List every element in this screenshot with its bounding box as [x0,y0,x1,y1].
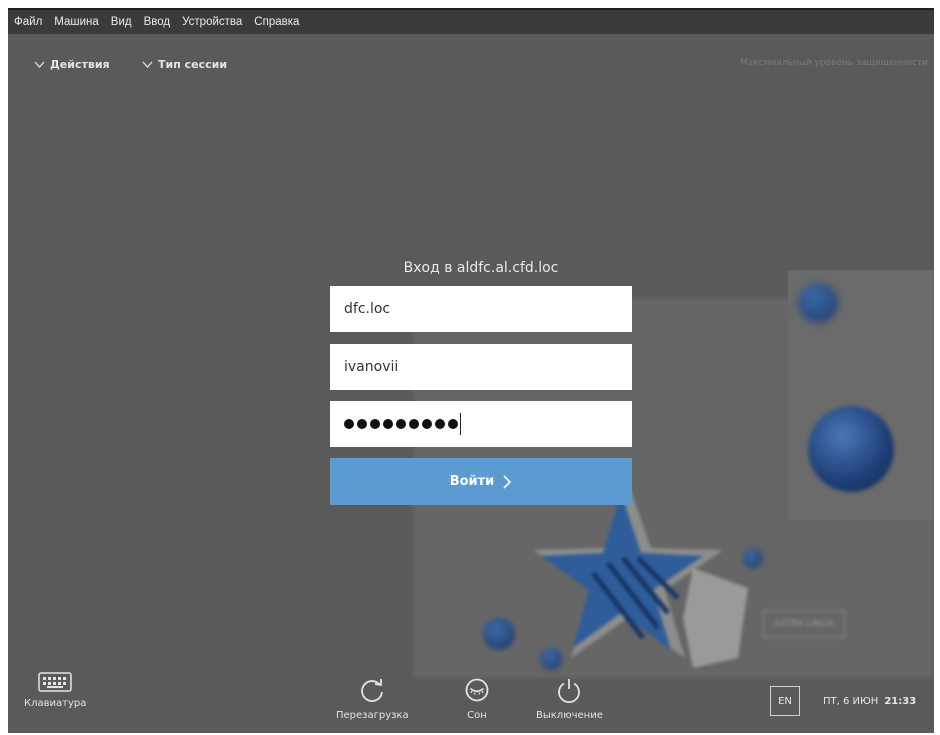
keyboard-label: Клавиатура [24,698,87,709]
username-field[interactable]: ivanovii [330,344,632,390]
star-logo-decoration [533,483,748,668]
decor-ball [540,648,562,670]
reboot-button[interactable]: Перезагрузка [336,676,409,721]
language-switcher[interactable]: EN [770,686,800,716]
chevron-down-icon [34,61,45,68]
greeter-topbar: Действия Тип сессии Максимальный уровень… [8,58,934,82]
password-dot [409,419,419,429]
sleep-button[interactable]: Сон [463,676,491,721]
vm-menubar: Файл Машина Вид Ввод Устройства Справка [8,8,934,34]
reboot-icon [361,679,384,702]
actions-label: Действия [50,58,110,71]
password-dot [448,419,458,429]
actions-dropdown[interactable]: Действия [34,58,110,71]
shutdown-button[interactable]: Выключение [536,676,603,721]
password-dot [422,419,432,429]
menu-view[interactable]: Вид [105,16,138,28]
menu-machine[interactable]: Машина [48,16,105,28]
menu-input[interactable]: Ввод [138,16,177,28]
username-value: ivanovii [344,359,399,375]
session-type-dropdown[interactable]: Тип сессии [142,58,227,71]
domain-field[interactable]: dfc.loc [330,286,632,332]
login-button[interactable]: Войти [330,458,632,505]
password-dot [435,419,445,429]
shutdown-label: Выключение [536,710,603,721]
password-field[interactable] [330,401,632,447]
domain-value: dfc.loc [344,301,391,317]
menu-help[interactable]: Справка [248,16,305,28]
password-dot [383,419,393,429]
password-dot [370,419,380,429]
security-level-label: Максимальный уровень защищенности [740,58,928,68]
decor-ball [798,283,838,323]
decor-ball-large [808,406,894,492]
password-mask [344,419,458,429]
sleep-label: Сон [467,710,487,721]
clock-time: 21:33 [884,696,917,707]
password-dot [357,419,367,429]
password-dot [396,419,406,429]
session-type-label: Тип сессии [158,58,228,71]
chevron-right-icon [503,474,512,489]
password-dot [344,419,354,429]
clock: ПТ, 6 ИЮН 21:33 [823,696,916,707]
decor-ball [483,618,515,650]
sleep-icon [465,678,489,702]
clock-date: ПТ, 6 ИЮН [823,696,879,707]
decor-badge: ASTRA LINUX [763,610,845,638]
login-title: Вход в aldfc.al.cfd.loc [403,260,559,276]
menu-devices[interactable]: Устройства [176,16,248,28]
menu-file[interactable]: Файл [8,16,48,28]
vm-display: Файл Машина Вид Ввод Устройства Справка … [8,8,934,733]
power-icon [558,679,581,704]
text-caret [460,413,461,435]
reboot-label: Перезагрузка [336,710,409,721]
chevron-down-icon [142,61,153,68]
keyboard-icon [38,672,72,692]
keyboard-button[interactable]: Клавиатура [24,672,86,709]
login-button-label: Войти [449,474,495,489]
